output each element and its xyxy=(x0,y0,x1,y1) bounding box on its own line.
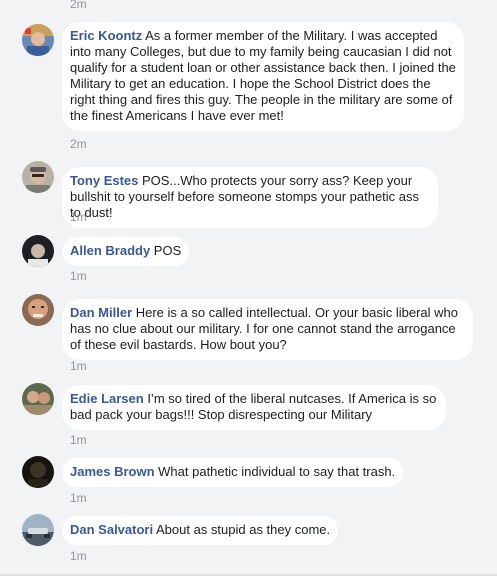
comment-bubble: Dan Miller Here is a so called intellect… xyxy=(62,299,473,360)
comment-author-link[interactable]: Dan Miller xyxy=(70,305,132,320)
avatar[interactable] xyxy=(22,24,54,56)
comment-bubble: Allen Braddy POS xyxy=(62,237,190,266)
profile-photo-icon xyxy=(22,514,54,546)
comment-author-link[interactable]: Tony Estes xyxy=(70,173,138,188)
comment-author-link[interactable]: Edie Larsen xyxy=(70,391,144,406)
avatar[interactable] xyxy=(22,514,54,546)
profile-photo-icon xyxy=(22,294,54,326)
profile-photo-icon xyxy=(22,24,54,56)
comment-text: What pathetic individual to say that tra… xyxy=(154,464,396,479)
avatar[interactable] xyxy=(22,235,54,267)
profile-photo-icon xyxy=(22,161,54,193)
comment-author-link[interactable]: Eric Koontz xyxy=(70,28,142,43)
comment-author-link[interactable]: Allen Braddy xyxy=(70,243,150,258)
avatar[interactable] xyxy=(22,161,54,193)
comment-timestamp[interactable]: 2m xyxy=(70,137,87,151)
comment-bubble: Dan Salvatori About as stupid as they co… xyxy=(62,516,339,545)
comment-timestamp[interactable]: 1m xyxy=(70,491,87,505)
comment-bubble: Tony Estes POS...Who protects your sorry… xyxy=(62,167,438,228)
comment-thread: 2m Eric Koontz As a former member of the… xyxy=(0,0,497,576)
profile-photo-icon xyxy=(22,456,54,488)
avatar[interactable] xyxy=(22,456,54,488)
comment-text: About as stupid as they come. xyxy=(153,522,331,537)
previous-comment-timestamp[interactable]: 2m xyxy=(70,0,87,11)
comment-timestamp[interactable]: 1m xyxy=(70,359,87,373)
comment-bubble: James Brown What pathetic individual to … xyxy=(62,458,404,487)
profile-photo-icon xyxy=(22,383,54,415)
comment-bubble: Eric Koontz As a former member of the Mi… xyxy=(62,22,464,131)
comment-timestamp[interactable]: 1m xyxy=(70,269,87,283)
avatar[interactable] xyxy=(22,383,54,415)
profile-photo-icon xyxy=(22,235,54,267)
comment-timestamp[interactable]: 1m xyxy=(70,549,87,563)
comment-timestamp[interactable]: 1m xyxy=(70,433,87,447)
comment-bubble: Edie Larsen I’m so tired of the liberal … xyxy=(62,385,446,430)
avatar[interactable] xyxy=(22,294,54,326)
comment-author-link[interactable]: James Brown xyxy=(70,464,155,479)
comment-text: POS xyxy=(150,243,182,258)
comment-timestamp[interactable]: 1m xyxy=(70,210,87,224)
comment-author-link[interactable]: Dan Salvatori xyxy=(70,522,153,537)
